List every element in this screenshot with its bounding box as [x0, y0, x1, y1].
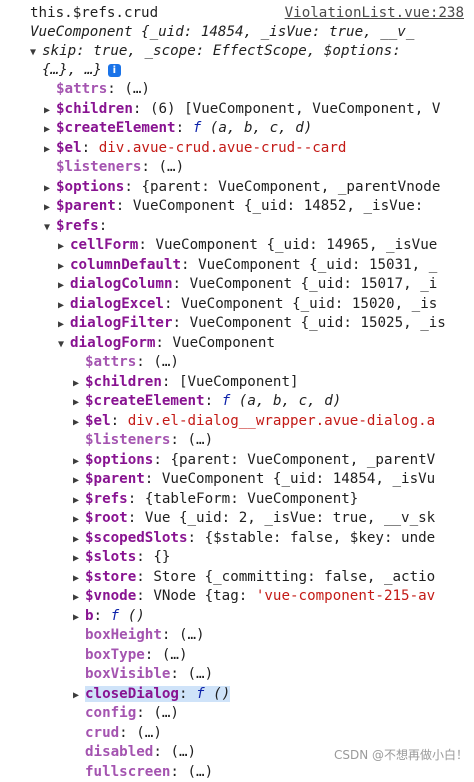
prop-row-dialogForm[interactable]: ▼dialogForm: VueComponent: [58, 334, 275, 354]
prop-row-dialogForm-slots[interactable]: ▶$slots: {}: [73, 548, 170, 568]
expand-right-triangle-icon[interactable]: ▶: [44, 179, 56, 199]
expand-right-triangle-icon[interactable]: ▶: [73, 608, 85, 628]
expand-right-triangle-icon[interactable]: ▶: [58, 237, 70, 257]
prop-row-dialogForm-createElement[interactable]: ▶$createElement: f (a, b, c, d): [73, 392, 341, 412]
info-icon[interactable]: i: [108, 64, 121, 77]
expand-right-triangle-icon[interactable]: ▶: [44, 120, 56, 140]
expand-right-triangle-icon[interactable]: ▶: [73, 569, 85, 589]
expand-right-triangle-icon[interactable]: ▶: [58, 276, 70, 296]
expand-right-triangle-icon[interactable]: ▶: [73, 374, 85, 394]
prop-row-cellForm[interactable]: ▶cellForm: VueComponent {_uid: 14965, _i…: [58, 236, 437, 256]
expand-right-triangle-icon[interactable]: ▶: [73, 686, 85, 706]
prop-row-dialogForm-boxType[interactable]: boxType: (…): [73, 646, 188, 666]
expand-right-triangle-icon[interactable]: ▶: [44, 101, 56, 121]
expand-right-triangle-icon[interactable]: ▶: [73, 413, 85, 433]
prop-row-dialogForm-children[interactable]: ▶$children: [VueComponent]: [73, 373, 299, 393]
console-log-header: this.$refs.crud ViolationList.vue:238: [0, 2, 474, 24]
prop-row-options[interactable]: ▶$options: {parent: VueComponent, _paren…: [44, 178, 440, 198]
prop-row-parent[interactable]: ▶$parent: VueComponent {_uid: 14852, _is…: [44, 197, 423, 217]
prop-row-refs[interactable]: ▼$refs:: [44, 217, 107, 237]
prop-row-dialogForm-root[interactable]: ▶$root: Vue {_uid: 2, _isVue: true, __v_…: [73, 509, 435, 529]
expand-right-triangle-icon[interactable]: ▶: [44, 198, 56, 218]
prop-row-dialogForm-parent[interactable]: ▶$parent: VueComponent {_uid: 14854, _is…: [73, 470, 435, 490]
logged-expression: this.$refs.crud: [30, 2, 158, 24]
expand-down-triangle-icon[interactable]: ▼: [30, 43, 42, 63]
expand-right-triangle-icon[interactable]: ▶: [73, 452, 85, 472]
prop-row-dialogForm-boxHeight[interactable]: boxHeight: (…): [73, 626, 205, 646]
expand-right-triangle-icon[interactable]: ▶: [58, 257, 70, 277]
prop-row-dialogForm-scopedSlots[interactable]: ▶$scopedSlots: {$stable: false, $key: un…: [73, 529, 435, 549]
expand-right-triangle-icon[interactable]: ▶: [58, 315, 70, 335]
expand-right-triangle-icon[interactable]: ▶: [73, 588, 85, 608]
prop-row-dialogFilter[interactable]: ▶dialogFilter: VueComponent {_uid: 15025…: [58, 314, 446, 334]
prop-row-dialogForm-fullscreen[interactable]: fullscreen: (…): [73, 763, 213, 782]
prop-row-columnDefault[interactable]: ▶columnDefault: VueComponent {_uid: 1503…: [58, 256, 437, 276]
object-summary-line-3: {…}, …}i: [42, 61, 121, 81]
prop-row-dialogColumn[interactable]: ▶dialogColumn: VueComponent {_uid: 15017…: [58, 275, 437, 295]
expand-down-triangle-icon[interactable]: ▼: [44, 218, 56, 238]
expand-right-triangle-icon[interactable]: ▶: [73, 510, 85, 530]
expand-right-triangle-icon[interactable]: ▶: [73, 530, 85, 550]
expand-right-triangle-icon[interactable]: ▶: [58, 296, 70, 316]
prop-row-el[interactable]: ▶$el: div.avue-crud.avue-crud--card: [44, 139, 346, 159]
csdn-watermark: CSDN @不想再做小白！: [334, 746, 468, 763]
prop-row-dialogForm-attrs[interactable]: $attrs: (…): [73, 353, 179, 373]
prop-row-dialogForm-store[interactable]: ▶$store: Store {_committing: false, _act…: [73, 568, 435, 588]
prop-row-dialogForm-refs[interactable]: ▶$refs: {tableForm: VueComponent}: [73, 490, 358, 510]
prop-row-attrs[interactable]: $attrs: (…): [44, 80, 150, 100]
prop-row-createElement[interactable]: ▶$createElement: f (a, b, c, d): [44, 119, 312, 139]
prop-row-dialogForm-crud[interactable]: crud: (…): [73, 724, 162, 744]
object-summary-line-1: VueComponent {_uid: 14854, _isVue: true,…: [30, 23, 414, 43]
expand-right-triangle-icon[interactable]: ▶: [73, 549, 85, 569]
prop-row-dialogForm-disabled[interactable]: disabled: (…): [73, 743, 196, 763]
prop-row-children[interactable]: ▶$children: (6) [VueComponent, VueCompon…: [44, 100, 440, 120]
prop-row-dialogForm-b[interactable]: ▶b: f (): [73, 607, 145, 627]
prop-row-dialogForm-closeDialog[interactable]: ▶closeDialog: f (): [73, 685, 230, 705]
prop-row-dialogForm-options[interactable]: ▶$options: {parent: VueComponent, _paren…: [73, 451, 435, 471]
expand-right-triangle-icon[interactable]: ▶: [73, 471, 85, 491]
prop-row-dialogForm-listeners[interactable]: $listeners: (…): [73, 431, 213, 451]
prop-row-dialogForm-vnode[interactable]: ▶$vnode: VNode {tag: 'vue-component-215-…: [73, 587, 435, 607]
prop-row-dialogExcel[interactable]: ▶dialogExcel: VueComponent {_uid: 15020,…: [58, 295, 437, 315]
source-link[interactable]: ViolationList.vue:238: [285, 2, 464, 24]
expand-right-triangle-icon[interactable]: ▶: [73, 491, 85, 511]
expand-down-triangle-icon[interactable]: ▼: [58, 335, 70, 355]
prop-row-listeners[interactable]: $listeners: (…): [44, 158, 184, 178]
expand-right-triangle-icon[interactable]: ▶: [44, 140, 56, 160]
prop-row-dialogForm-config[interactable]: config: (…): [73, 704, 179, 724]
object-summary-line-2[interactable]: ▼skip: true, _scope: EffectScope, $optio…: [30, 42, 401, 62]
prop-row-dialogForm-boxVisible[interactable]: boxVisible: (…): [73, 665, 213, 685]
expand-right-triangle-icon[interactable]: ▶: [73, 393, 85, 413]
prop-row-dialogForm-el[interactable]: ▶$el: div.el-dialog__wrapper.avue-dialog…: [73, 412, 435, 432]
